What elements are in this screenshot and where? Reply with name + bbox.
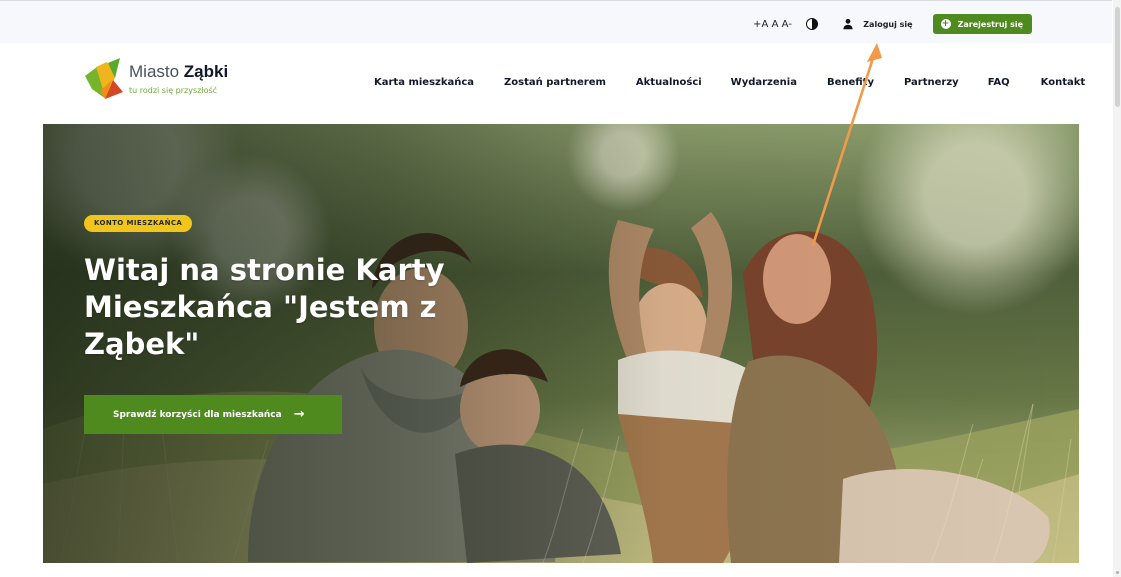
brand-tagline: tu rodzi się przyszłość (129, 86, 218, 95)
register-button[interactable]: + Zarejestruj się (932, 14, 1032, 34)
decrease-font-button[interactable]: A- (782, 19, 793, 30)
hero-banner: KONTO MIESZKAŃCA Witaj na stronie Karty … (43, 124, 1079, 563)
resident-benefits-button[interactable]: Sprawdź korzyści dla mieszkańca → (84, 395, 342, 434)
city-logo-icon (85, 58, 123, 99)
plus-circle-icon: + (940, 19, 951, 29)
scrollbar-thumb[interactable] (1115, 7, 1120, 107)
nav-item-events[interactable]: Wydarzenia (731, 77, 797, 88)
hero-content: KONTO MIESZKAŃCA Witaj na stronie Karty … (84, 210, 504, 363)
register-label: Zarejestruj się (957, 19, 1023, 29)
accessibility-toolbar: +A A A- Zaloguj się + Zarejestruj się (753, 13, 1032, 35)
contrast-icon[interactable] (806, 18, 819, 30)
increase-font-button[interactable]: +A (753, 19, 769, 30)
nav-item-become-partner[interactable]: Zostań partnerem (504, 77, 606, 88)
top-utility-bar: +A A A- Zaloguj się + Zarejestruj się (0, 0, 1112, 44)
arrow-right-icon: → (293, 407, 305, 422)
main-navigation: Karta mieszkańca Zostań partnerem Aktual… (374, 77, 1085, 88)
login-button[interactable]: Zaloguj się (842, 18, 913, 30)
font-size-controls: +A A A- (753, 19, 792, 30)
site-logo[interactable]: Miasto Ząbki tu rodzi się przyszłość (82, 58, 237, 102)
nav-item-faq[interactable]: FAQ (988, 77, 1010, 88)
scrollbar-indicator (1116, 571, 1119, 574)
hero-headline: Witaj na stronie Karty Mieszkańca "Jeste… (84, 253, 445, 361)
brand-name: Miasto Ząbki (129, 62, 228, 82)
login-label: Zaloguj się (863, 19, 913, 29)
normal-font-button[interactable]: A (772, 19, 779, 30)
nav-item-benefits[interactable]: Benefity (827, 77, 874, 88)
account-badge: KONTO MIESZKAŃCA (84, 215, 193, 232)
site-header: Miasto Ząbki tu rodzi się przyszłość Kar… (0, 43, 1112, 124)
nav-item-partners[interactable]: Partnerzy (904, 77, 959, 88)
page-scrollbar[interactable] (1113, 0, 1121, 577)
user-icon (843, 18, 853, 30)
cta-label: Sprawdź korzyści dla mieszkańca (113, 409, 282, 420)
nav-item-resident-card[interactable]: Karta mieszkańca (374, 77, 474, 88)
brand-name-bold: Ząbki (183, 62, 229, 81)
nav-item-news[interactable]: Aktualności (636, 77, 702, 88)
brand-name-light: Miasto (129, 62, 184, 81)
nav-item-contact[interactable]: Kontakt (1041, 77, 1086, 88)
